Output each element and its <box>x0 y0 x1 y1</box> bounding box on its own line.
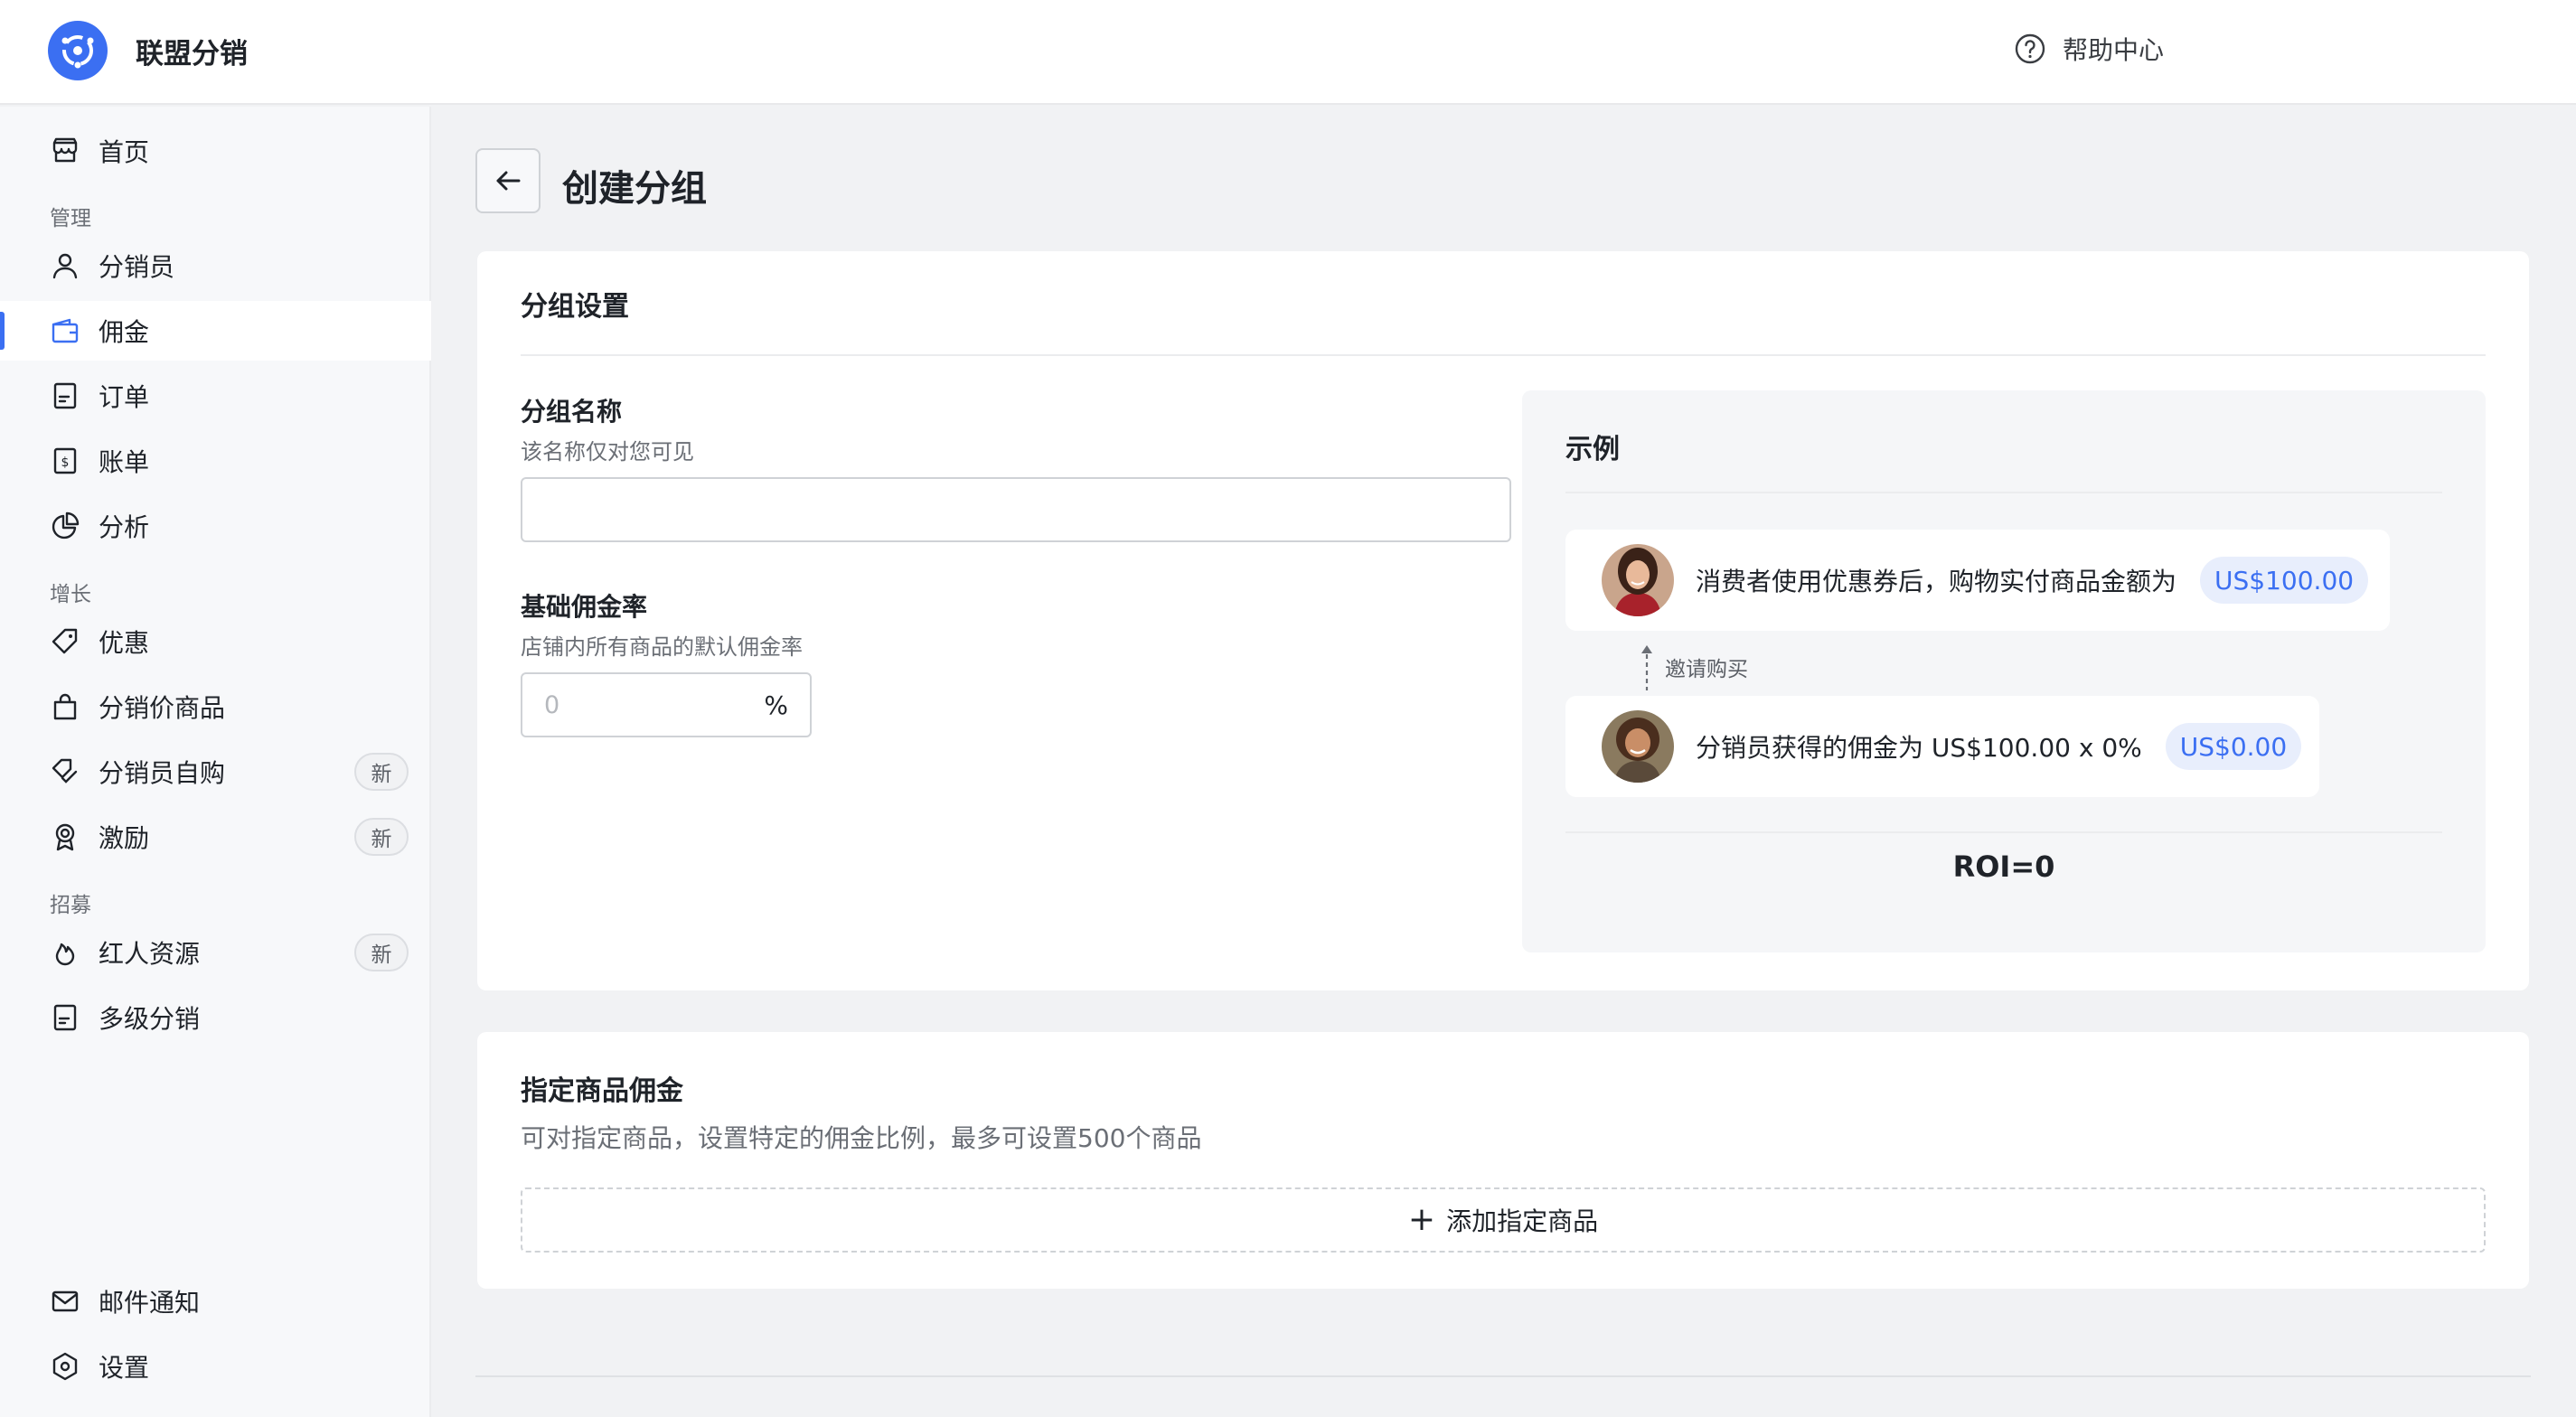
footer-divider <box>475 1375 2531 1377</box>
document-icon <box>53 1004 77 1031</box>
back-button[interactable] <box>475 148 541 213</box>
sidebar-item-orders[interactable]: 订单 <box>0 366 431 426</box>
sidebar-item-label: 设置 <box>99 1353 150 1383</box>
sidebar-item-label: 分销价商品 <box>99 693 226 723</box>
user-icon <box>52 253 78 279</box>
add-product-button[interactable]: + 添加指定商品 <box>521 1187 2486 1253</box>
affiliate-example-text: 分销员获得的佣金为 US$100.00 x 0% <box>1696 733 2142 763</box>
sidebar-item-self-purchase[interactable]: 分销员自购 新 <box>0 742 431 802</box>
sidebar-item-home[interactable]: 首页 <box>0 121 431 181</box>
section-growth: 增长 <box>50 583 91 606</box>
sidebar-item-label: 分析 <box>99 512 150 542</box>
sidebar-item-influencer-resources[interactable]: 红人资源 新 <box>0 923 431 982</box>
base-rate-placeholder: 0 <box>544 690 560 719</box>
help-circle-icon <box>2015 33 2045 64</box>
page-title: 创建分组 <box>562 168 707 210</box>
divider <box>1565 492 2442 493</box>
help-center-link[interactable]: 帮助中心 <box>2014 31 2164 67</box>
example-panel: 示例 消费者使用优惠券后，购物实付商品金额为 US$100.00 邀请购买 分销… <box>1522 390 2486 952</box>
new-badge: 新 <box>354 753 409 791</box>
product-commission-card: 指定商品佣金 可对指定商品，设置特定的佣金比例，最多可设置500个商品 + 添加… <box>477 1032 2529 1289</box>
wallet-icon <box>52 318 79 343</box>
sidebar-item-label: 优惠 <box>99 628 150 658</box>
svg-text:$: $ <box>61 455 70 470</box>
consumer-avatar <box>1602 544 1674 616</box>
base-rate-input[interactable]: 0 % <box>521 672 812 737</box>
tag-icon <box>52 628 78 654</box>
invite-purchase-label: 邀请购买 <box>1665 658 1748 681</box>
invite-purchase-indicator: 邀请购买 <box>1638 642 1748 692</box>
add-product-label: 添加指定商品 <box>1446 1206 1599 1236</box>
new-badge: 新 <box>354 934 409 971</box>
sidebar-item-offers[interactable]: 优惠 <box>0 612 431 671</box>
section-recruit: 招募 <box>50 894 91 917</box>
store-icon <box>52 137 78 163</box>
tag-discount-icon <box>52 758 78 784</box>
sidebar-item-multilevel[interactable]: 多级分销 <box>0 988 431 1047</box>
sidebar-item-label: 首页 <box>99 137 150 167</box>
sidebar-item-label: 分销员 <box>99 252 175 282</box>
sidebar-item-affiliates[interactable]: 分销员 <box>0 236 431 296</box>
divider <box>1565 831 2442 833</box>
sidebar-item-label: 邮件通知 <box>99 1288 201 1318</box>
base-rate-hint: 店铺内所有商品的默认佣金率 <box>521 634 803 660</box>
top-bar: 联盟分销 帮助中心 <box>0 0 2576 105</box>
divider <box>521 354 2486 356</box>
brand-logo-icon[interactable] <box>48 21 108 80</box>
base-rate-label: 基础佣金率 <box>521 592 648 622</box>
mail-icon <box>52 1290 79 1312</box>
group-name-label: 分组名称 <box>521 397 623 427</box>
affiliate-avatar <box>1602 710 1674 783</box>
sidebar-item-label: 订单 <box>99 382 150 412</box>
sidebar-item-bills[interactable]: $ 账单 <box>0 431 431 491</box>
sidebar: 首页 管理 分销员 佣金 订单 $ 账单 分析 增长 优惠 分销价商品 分销员自… <box>0 107 431 1417</box>
consumer-example-text: 消费者使用优惠券后，购物实付商品金额为 <box>1696 567 2177 596</box>
new-badge: 新 <box>354 818 409 856</box>
consumer-example-row: 消费者使用优惠券后，购物实付商品金额为 US$100.00 <box>1565 530 2390 631</box>
sidebar-item-settings[interactable]: 设置 <box>0 1337 431 1396</box>
help-center-label: 帮助中心 <box>2063 35 2165 65</box>
sidebar-item-analytics[interactable]: 分析 <box>0 496 431 556</box>
product-commission-subtitle: 可对指定商品，设置特定的佣金比例，最多可设置500个商品 <box>521 1123 1202 1153</box>
sidebar-item-label: 佣金 <box>99 317 150 347</box>
flame-icon <box>55 943 75 966</box>
product-commission-title: 指定商品佣金 <box>521 1075 683 1107</box>
app-name: 联盟分销 <box>136 38 248 70</box>
sidebar-item-label: 多级分销 <box>99 1004 201 1034</box>
plus-icon: + <box>1407 1201 1436 1238</box>
roi-value: ROI=0 <box>1952 849 2055 884</box>
group-settings-card: 分组设置 分组名称 该名称仅对您可见 基础佣金率 店铺内所有商品的默认佣金率 0… <box>477 251 2529 990</box>
sidebar-item-incentives[interactable]: 激励 新 <box>0 807 431 867</box>
order-doc-icon <box>53 382 77 409</box>
section-manage: 管理 <box>50 207 91 230</box>
bill-icon: $ <box>53 447 77 474</box>
consumer-amount-pill: US$100.00 <box>2200 557 2369 604</box>
arrow-left-icon <box>496 171 521 191</box>
sidebar-item-commission[interactable]: 佣金 <box>0 301 431 361</box>
pie-chart-icon <box>52 511 80 540</box>
percent-unit: % <box>764 690 788 720</box>
group-name-hint: 该名称仅对您可见 <box>521 439 694 465</box>
group-settings-title: 分组设置 <box>521 291 629 323</box>
arrow-up-dashed-icon <box>1641 645 1652 690</box>
example-title: 示例 <box>1565 434 1620 465</box>
sidebar-item-label: 账单 <box>99 447 150 477</box>
affiliate-amount-pill: US$0.00 <box>2165 723 2302 770</box>
group-name-input[interactable] <box>521 477 1511 542</box>
settings-hexagon-icon <box>52 1352 78 1381</box>
sidebar-item-email-notify[interactable]: 邮件通知 <box>0 1272 431 1331</box>
sidebar-item-affiliate-price-products[interactable]: 分销价商品 <box>0 677 431 737</box>
shopping-bag-icon <box>53 693 77 720</box>
award-icon <box>55 823 75 851</box>
affiliate-example-row: 分销员获得的佣金为 US$100.00 x 0% US$0.00 <box>1565 696 2319 797</box>
